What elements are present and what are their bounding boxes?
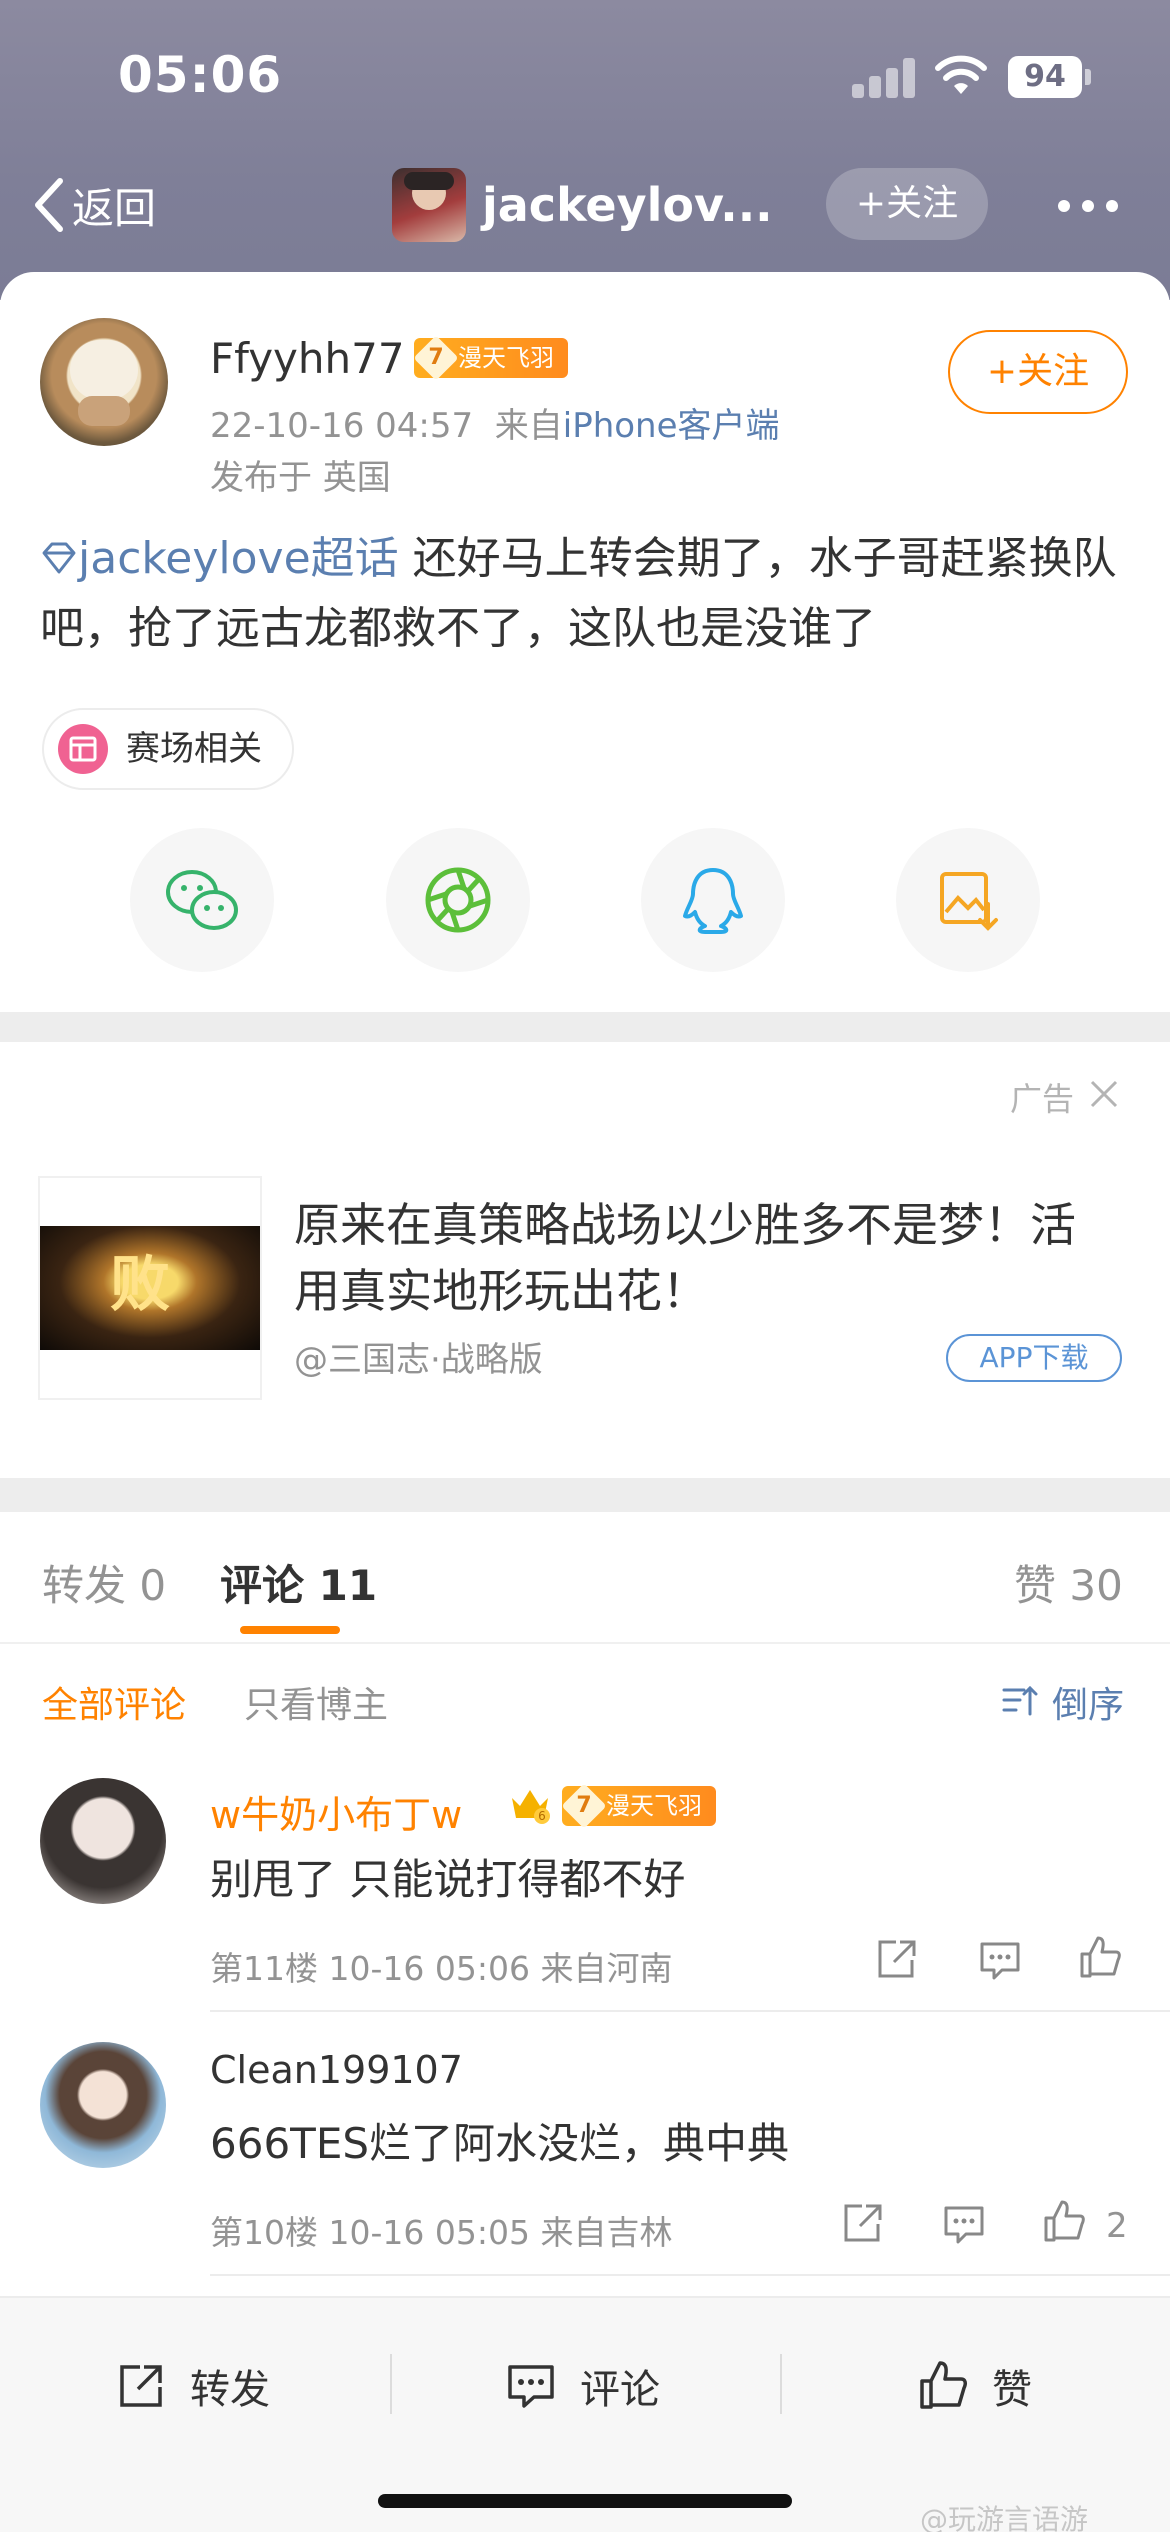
commenter-avatar[interactable]	[40, 1778, 166, 1904]
super-topic-icon	[42, 542, 76, 574]
status-bar: 05:06 94	[0, 0, 1170, 150]
like-count: 2	[1106, 2206, 1128, 2246]
share-icon[interactable]	[838, 2200, 886, 2248]
ad-card[interactable]: 广告 败 原来在真策略战场以少胜多不是梦！活用真实地形玩出花！ @三国志·战略版…	[0, 1042, 1170, 1478]
member-badge: 7 漫天飞羽	[413, 335, 568, 381]
tag-icon	[58, 724, 108, 774]
post-card: Ffyyhh77 7 漫天飞羽 22-10-16 04:57 来自iPhone客…	[0, 272, 1170, 1012]
sort-label[interactable]: 倒序	[1052, 1676, 1124, 1728]
comment-icon[interactable]	[976, 1936, 1024, 1984]
share-save-image-button[interactable]	[896, 828, 1040, 972]
nav-title[interactable]: jackeylov...	[482, 178, 773, 232]
badge-text: 漫天飞羽	[606, 1792, 702, 1820]
ad-download-button[interactable]: APP下载	[946, 1334, 1122, 1382]
nav-bar: 返回 jackeylov... +关注	[0, 150, 1170, 260]
comment-button[interactable]: 评论	[504, 2356, 660, 2416]
bar-divider	[780, 2354, 782, 2414]
repost-icon	[120, 2365, 162, 2407]
ad-label: 广告	[1010, 1080, 1075, 1118]
like-label: 赞	[992, 2367, 1032, 2413]
repost-button[interactable]: 转发	[114, 2356, 270, 2416]
moments-icon	[425, 867, 491, 933]
comment-text[interactable]: 别甩了 只能说打得都不好	[210, 1846, 685, 1907]
topic-link[interactable]: jackeylove超话	[78, 533, 399, 584]
close-icon[interactable]	[1088, 1078, 1120, 1110]
commenter-name[interactable]: Clean199107	[210, 2048, 463, 2092]
like-icon[interactable]	[1076, 1934, 1124, 1982]
like-icon[interactable]	[1040, 2198, 1088, 2246]
comment-icon	[508, 2365, 554, 2408]
sort-icon[interactable]	[1000, 1680, 1040, 1720]
commenter-avatar[interactable]	[40, 2042, 166, 2168]
author-name[interactable]: Ffyyhh77	[210, 334, 405, 383]
bottom-action-bar: 转发 评论 赞 @玩游言语游	[0, 2296, 1170, 2532]
badge-level: 7	[413, 335, 459, 381]
share-wechat-button[interactable]	[130, 828, 274, 972]
author-avatar[interactable]	[40, 318, 168, 446]
qq-icon	[683, 868, 743, 934]
filter-author-only[interactable]: 只看博主	[244, 1676, 388, 1728]
ad-source[interactable]: @三国志·战略版	[294, 1332, 543, 1381]
tab-repost[interactable]: 转发 0	[42, 1552, 166, 1613]
comment-meta: 第11楼 10-16 05:06 来自河南	[210, 1949, 673, 1988]
post-source[interactable]: iPhone客户端	[563, 406, 780, 446]
battery-indicator: 94	[1008, 56, 1082, 98]
like-icon	[920, 2361, 967, 2409]
comment-divider	[210, 2274, 1170, 2276]
ad-image[interactable]: 败	[38, 1176, 262, 1400]
share-moments-button[interactable]	[386, 828, 530, 972]
ad-title[interactable]: 原来在真策略战场以少胜多不是梦！活用真实地形玩出花！	[294, 1192, 1114, 1324]
share-icon[interactable]	[872, 1936, 920, 1984]
section-divider	[0, 1478, 1170, 1512]
ad-image-glyph: 败	[110, 1250, 170, 1320]
comment-meta: 第10楼 10-16 05:05 来自吉林	[210, 2213, 673, 2252]
back-button[interactable]: 返回	[32, 170, 156, 240]
back-label: 返回	[72, 183, 157, 233]
tab-like[interactable]: 赞 30	[1014, 1552, 1123, 1613]
section-divider	[0, 1012, 1170, 1042]
chevron-left-icon	[35, 178, 63, 232]
commenter-name[interactable]: w牛奶小布丁w	[210, 1784, 462, 1839]
battery-tip	[1085, 69, 1091, 85]
repost-label: 转发	[190, 2367, 270, 2413]
badge-text: 漫天飞羽	[458, 344, 554, 372]
svg-text:6: 6	[538, 1809, 546, 1823]
bar-divider	[390, 2354, 392, 2414]
crown-icon: 6	[512, 1790, 550, 1824]
nav-follow-button[interactable]: +关注	[826, 168, 988, 240]
post-meta: 22-10-16 04:57 来自iPhone客户端	[210, 398, 780, 447]
topic-avatar[interactable]	[392, 168, 466, 242]
filter-all-comments[interactable]: 全部评论	[42, 1676, 186, 1728]
wechat-icon	[166, 870, 238, 930]
post-location: 发布于 英国	[210, 458, 391, 498]
post-time: 22-10-16 04:57	[210, 406, 474, 446]
comment-label: 评论	[580, 2367, 660, 2413]
comment-icon[interactable]	[940, 2200, 988, 2248]
save-image-icon	[940, 872, 998, 931]
follow-button[interactable]: +关注	[948, 330, 1128, 414]
tag-label: 赛场相关	[126, 729, 262, 769]
cellular-signal-icon	[852, 58, 916, 98]
interaction-tabs: 转发 0 评论 11 赞 30	[0, 1512, 1170, 1644]
topic-tag[interactable]: 赛场相关	[42, 708, 294, 790]
wifi-icon	[935, 55, 987, 94]
share-qq-button[interactable]	[641, 828, 785, 972]
like-button[interactable]: 赞	[916, 2356, 1032, 2416]
tab-comment[interactable]: 评论 11	[220, 1552, 377, 1613]
status-time: 05:06	[118, 46, 283, 104]
tab-active-indicator	[240, 1626, 340, 1634]
post-body: jackeylove超话 还好马上转会期了，水子哥赶紧换队吧，抢了远古龙都救不了…	[40, 524, 1130, 664]
badge-level: 7	[561, 1783, 607, 1829]
post-from: 来自	[494, 406, 563, 446]
watermark: @玩游言语游	[920, 2503, 1089, 2532]
comment-text[interactable]: 666TES烂了阿水没烂，典中典	[210, 2110, 789, 2171]
member-badge: 7 漫天飞羽	[561, 1783, 716, 1829]
home-indicator[interactable]	[378, 2494, 792, 2508]
comment-divider	[210, 2010, 1170, 2012]
more-icon[interactable]	[1058, 200, 1118, 212]
